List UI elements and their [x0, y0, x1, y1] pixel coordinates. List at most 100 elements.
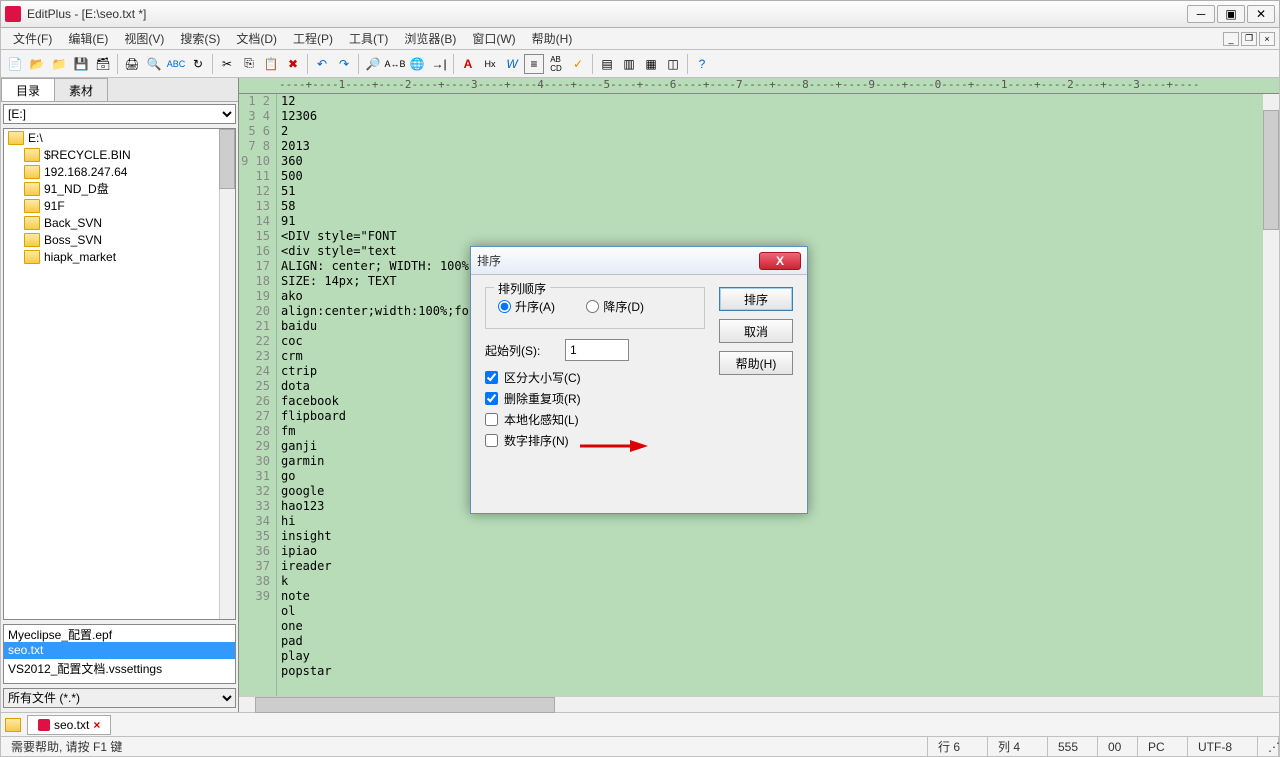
- check-icon[interactable]: ✓: [568, 54, 588, 74]
- cut-icon[interactable]: ✂: [217, 54, 237, 74]
- drive-select[interactable]: [E:]: [3, 104, 236, 124]
- dialog-close-button[interactable]: X: [759, 252, 801, 270]
- panel1-icon[interactable]: ▤: [597, 54, 617, 74]
- save-icon[interactable]: 💾: [71, 54, 91, 74]
- chk-numeric[interactable]: 数字排序(N): [485, 432, 793, 449]
- folder-icon: [24, 182, 40, 196]
- status-line: 行 6: [928, 737, 988, 756]
- dialog-titlebar[interactable]: 排序 X: [471, 247, 807, 275]
- tree-item[interactable]: 91_ND_D盘: [4, 180, 235, 197]
- undo-icon[interactable]: ↶: [312, 54, 332, 74]
- file-item[interactable]: seo.txt: [4, 642, 235, 659]
- folder-icon: [8, 131, 24, 145]
- mdi-close[interactable]: ×: [1259, 32, 1275, 46]
- open-icon[interactable]: 📂: [27, 54, 47, 74]
- editor-hscrollbar[interactable]: [239, 696, 1279, 712]
- startcol-input[interactable]: [565, 339, 629, 361]
- menu-edit[interactable]: 编辑(E): [60, 28, 116, 49]
- saveall-icon[interactable]: 🗃: [93, 54, 113, 74]
- tab-cliptext[interactable]: 素材: [54, 78, 108, 101]
- sidebar: 目录 素材 [E:] E:\ $RECYCLE.BIN192.168.247.6…: [1, 78, 239, 712]
- sort-button[interactable]: 排序: [719, 287, 793, 311]
- document-tabs: seo.txt ×: [0, 713, 1280, 737]
- file-list[interactable]: Myeclipse_配置.epfseo.txtVS2012_配置文档.vsset…: [3, 624, 236, 684]
- file-icon: [38, 719, 50, 731]
- file-item[interactable]: VS2012_配置文档.vssettings: [4, 659, 235, 676]
- folder-icon: [24, 250, 40, 264]
- dialog-title: 排序: [477, 252, 759, 269]
- tree-item[interactable]: Boss_SVN: [4, 231, 235, 248]
- editor-vscrollbar[interactable]: [1263, 94, 1279, 696]
- menu-document[interactable]: 文档(D): [228, 28, 285, 49]
- menu-file[interactable]: 文件(F): [5, 28, 60, 49]
- cancel-button[interactable]: 取消: [719, 319, 793, 343]
- find-icon[interactable]: 🔎: [363, 54, 383, 74]
- menu-window[interactable]: 窗口(W): [464, 28, 523, 49]
- delete-icon[interactable]: ✖: [283, 54, 303, 74]
- menu-project[interactable]: 工程(P): [285, 28, 341, 49]
- paste-icon[interactable]: 📋: [261, 54, 281, 74]
- goto-icon[interactable]: →|: [429, 54, 449, 74]
- menu-browser[interactable]: 浏览器(B): [396, 28, 464, 49]
- mdi-minimize[interactable]: _: [1223, 32, 1239, 46]
- replace-icon[interactable]: A↔B: [385, 54, 405, 74]
- minimize-button[interactable]: ─: [1187, 5, 1215, 23]
- help-button[interactable]: 帮助(H): [719, 351, 793, 375]
- folder-icon: [24, 165, 40, 179]
- file-item[interactable]: Myeclipse_配置.epf: [4, 625, 235, 642]
- menu-view[interactable]: 视图(V): [116, 28, 172, 49]
- wrap-icon[interactable]: W: [502, 54, 522, 74]
- radio-ascending[interactable]: 升序(A): [498, 298, 555, 315]
- doctab-close-icon[interactable]: ×: [93, 718, 100, 732]
- copy-icon[interactable]: ⎘: [239, 54, 259, 74]
- hex-icon[interactable]: Hx: [480, 54, 500, 74]
- chk-locale[interactable]: 本地化感知(L): [485, 411, 793, 428]
- filter-select[interactable]: 所有文件 (*.*): [3, 688, 236, 708]
- spell-icon[interactable]: ABC: [166, 54, 186, 74]
- open2-icon[interactable]: 📁: [49, 54, 69, 74]
- status-help: 需要帮助, 请按 F1 键: [1, 737, 928, 756]
- panel2-icon[interactable]: ▥: [619, 54, 639, 74]
- tree-item[interactable]: 91F: [4, 197, 235, 214]
- menu-help[interactable]: 帮助(H): [524, 28, 581, 49]
- tree-root[interactable]: E:\: [4, 129, 235, 146]
- tree-scrollbar[interactable]: [219, 129, 235, 619]
- status-grip[interactable]: ⋰: [1258, 737, 1279, 756]
- maximize-button[interactable]: ▣: [1217, 5, 1245, 23]
- font-icon[interactable]: A: [458, 54, 478, 74]
- menu-search[interactable]: 搜索(S): [172, 28, 228, 49]
- status-col: 列 4: [988, 737, 1048, 756]
- titlebar: EditPlus - [E:\seo.txt *] ─ ▣ ✕: [0, 0, 1280, 28]
- folder-icon: [24, 148, 40, 162]
- status-total: 555: [1048, 737, 1098, 756]
- tree-item[interactable]: $RECYCLE.BIN: [4, 146, 235, 163]
- column-icon[interactable]: ABCD: [546, 54, 566, 74]
- help-icon[interactable]: ?: [692, 54, 712, 74]
- panel3-icon[interactable]: ▦: [641, 54, 661, 74]
- tree-item[interactable]: 192.168.247.64: [4, 163, 235, 180]
- print-icon[interactable]: 🖨: [122, 54, 142, 74]
- folder-icon[interactable]: [5, 718, 21, 732]
- app-icon: [5, 6, 21, 22]
- mdi-restore[interactable]: ❐: [1241, 32, 1257, 46]
- menu-tools[interactable]: 工具(T): [341, 28, 396, 49]
- startcol-label: 起始列(S):: [485, 342, 565, 359]
- preview-icon[interactable]: 🔍: [144, 54, 164, 74]
- close-button[interactable]: ✕: [1247, 5, 1275, 23]
- new-icon[interactable]: 📄: [5, 54, 25, 74]
- refresh-icon[interactable]: ↻: [188, 54, 208, 74]
- folder-tree[interactable]: E:\ $RECYCLE.BIN192.168.247.6491_ND_D盘91…: [3, 128, 236, 620]
- doctab-seo[interactable]: seo.txt ×: [27, 715, 111, 735]
- status-zero: 00: [1098, 737, 1138, 756]
- panel4-icon[interactable]: ◫: [663, 54, 683, 74]
- folder-icon: [24, 199, 40, 213]
- tree-item[interactable]: hiapk_market: [4, 248, 235, 265]
- browser-icon[interactable]: 🌐: [407, 54, 427, 74]
- indent-icon[interactable]: ≡: [524, 54, 544, 74]
- redo-icon[interactable]: ↷: [334, 54, 354, 74]
- radio-descending[interactable]: 降序(D): [586, 298, 644, 315]
- status-mode: PC: [1138, 737, 1188, 756]
- chk-remove-dup[interactable]: 删除重复项(R): [485, 390, 793, 407]
- tree-item[interactable]: Back_SVN: [4, 214, 235, 231]
- tab-directory[interactable]: 目录: [1, 78, 55, 101]
